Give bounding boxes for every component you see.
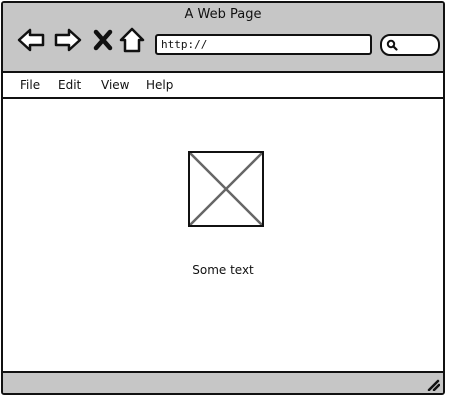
page-content: Some text (3, 99, 443, 373)
window-title: A Web Page (184, 7, 262, 22)
image-placeholder-icon (190, 153, 262, 225)
menu-bar: File Edit View Help (3, 73, 443, 99)
menu-file[interactable]: File (20, 78, 40, 92)
browser-window: A Web Page http:// File Edit View Help S… (1, 1, 445, 395)
resize-grip-icon (427, 379, 440, 391)
back-button[interactable] (16, 25, 46, 55)
resize-handle[interactable] (426, 377, 440, 391)
menu-help[interactable]: Help (146, 78, 173, 92)
image-placeholder (188, 151, 264, 227)
home-button[interactable] (118, 25, 146, 55)
close-x-icon (93, 29, 113, 51)
menu-edit[interactable]: Edit (58, 78, 81, 92)
content-text: Some text (192, 263, 254, 277)
forward-button[interactable] (53, 25, 83, 55)
home-icon (119, 27, 145, 53)
url-input[interactable] (155, 34, 372, 55)
forward-arrow-icon (54, 28, 82, 52)
search-button[interactable] (380, 34, 440, 56)
status-bar (3, 371, 443, 393)
stop-button[interactable] (91, 25, 115, 55)
back-arrow-icon (17, 28, 45, 52)
title-bar: A Web Page (3, 3, 443, 73)
menu-view[interactable]: View (101, 78, 129, 92)
magnifier-icon (386, 39, 398, 51)
